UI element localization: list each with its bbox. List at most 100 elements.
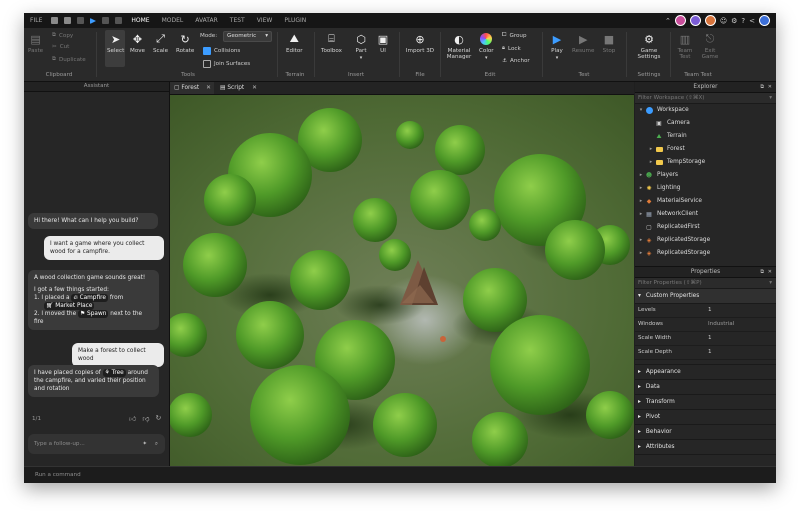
- properties-filter-input[interactable]: Filter Properties (⇧⌘P) ▾: [635, 278, 776, 289]
- tree-item-terrain[interactable]: ⛰ Terrain: [635, 130, 776, 143]
- property-row[interactable]: Levels 1: [635, 304, 776, 318]
- chevron-right-icon[interactable]: ▸: [637, 182, 645, 195]
- lock-button[interactable]: 🔒︎ Lock: [502, 45, 521, 52]
- chevron-right-icon[interactable]: ▸: [637, 234, 645, 247]
- thumbs-up-icon[interactable]: 👍︎: [129, 414, 136, 423]
- undock-icon[interactable]: ⧉: [760, 267, 764, 277]
- command-bar-input[interactable]: Run a command: [24, 466, 776, 483]
- resume-button[interactable]: ▶ Resume: [572, 32, 594, 55]
- magic-icon[interactable]: ✦: [142, 434, 147, 454]
- file-menu[interactable]: FILE: [24, 13, 48, 28]
- appearance-section[interactable]: ▸ Appearance: [635, 365, 776, 380]
- attributes-section[interactable]: ▸ Attributes: [635, 440, 776, 455]
- chevron-right-icon[interactable]: ▸: [647, 156, 655, 169]
- tab-model[interactable]: MODEL: [156, 13, 190, 28]
- attach-icon[interactable]: ⌕: [155, 434, 158, 454]
- undo-icon[interactable]: [77, 17, 85, 24]
- toolbox-button[interactable]: ⌸ Toolbox: [321, 32, 342, 54]
- stop-button[interactable]: ■ Stop: [602, 32, 616, 55]
- behavior-section[interactable]: ▸ Behavior: [635, 425, 776, 440]
- 3d-viewport[interactable]: [163, 95, 634, 468]
- thumbs-down-icon[interactable]: 👎︎: [142, 414, 149, 423]
- duplicate-button[interactable]: ⧉ Duplicate: [52, 56, 86, 63]
- ui-button[interactable]: ▣ UI: [376, 32, 390, 55]
- chevron-right-icon[interactable]: ▸: [637, 195, 645, 208]
- tab-avatar[interactable]: AVATAR: [189, 13, 224, 28]
- team-test-button[interactable]: ▥ Team Test: [674, 32, 696, 61]
- tree-item-camera[interactable]: ▣ Camera: [635, 117, 776, 130]
- close-icon[interactable]: ✕: [206, 82, 211, 94]
- rotate-button[interactable]: ↻ Rotate: [176, 32, 194, 55]
- paste-button[interactable]: ▤ Paste: [28, 32, 43, 55]
- play-button[interactable]: ▶ Play ▾: [550, 32, 564, 62]
- collisions-checkbox[interactable]: Collisions: [203, 47, 240, 55]
- tab-view[interactable]: VIEW: [251, 13, 279, 28]
- tab-home[interactable]: HOME: [125, 13, 155, 28]
- gear-icon[interactable]: ⚙: [731, 17, 737, 25]
- tree-item-replicatedstorage[interactable]: ▸ ◈ ReplicatedStorage: [635, 234, 776, 247]
- transform-section[interactable]: ▸ Transform: [635, 395, 776, 410]
- tab-script[interactable]: ▤ Script ✕: [216, 82, 260, 94]
- retry-icon[interactable]: ↻: [155, 414, 161, 423]
- mode-dropdown[interactable]: Geometric ▾: [223, 31, 272, 42]
- custom-properties-section[interactable]: ▾ Custom Properties: [635, 289, 776, 304]
- avatar[interactable]: [689, 15, 701, 26]
- select-button[interactable]: ➤ Select: [107, 32, 124, 55]
- tree-item-forest[interactable]: ▸ Forest: [635, 143, 776, 156]
- help-icon[interactable]: ?: [741, 17, 745, 25]
- property-row[interactable]: Scale Depth 1: [635, 346, 776, 360]
- chevron-right-icon[interactable]: ▸: [647, 143, 655, 156]
- data-section[interactable]: ▸ Data: [635, 380, 776, 395]
- close-icon[interactable]: ✕: [252, 82, 257, 94]
- team-icon[interactable]: ☺: [720, 17, 727, 25]
- exit-game-button[interactable]: ⎋ Exit Game: [699, 32, 721, 60]
- tab-forest[interactable]: ▢ Forest ✕: [170, 82, 214, 94]
- scale-button[interactable]: ⤢ Scale: [153, 32, 168, 54]
- tree-item-materialservice[interactable]: ▸ ◆ MaterialService: [635, 195, 776, 208]
- property-row[interactable]: Windows Industrial: [635, 318, 776, 332]
- material-manager-button[interactable]: ◐ Material Manager: [444, 32, 474, 61]
- color-button[interactable]: Color ▾: [479, 32, 494, 61]
- terrain-editor-button[interactable]: ⛰ Editor: [286, 32, 303, 54]
- share-icon[interactable]: <: [749, 17, 755, 25]
- profile-avatar[interactable]: [759, 15, 770, 26]
- tab-test[interactable]: TEST: [224, 13, 251, 28]
- follow-up-input[interactable]: Type a follow-up... ✦ ⌕: [28, 434, 165, 454]
- close-icon[interactable]: ✕: [768, 267, 772, 277]
- play-icon[interactable]: [90, 17, 97, 24]
- group-button[interactable]: ⧠ Group: [502, 32, 527, 39]
- tree-item-tempstorage[interactable]: ▸ TempStorage: [635, 156, 776, 169]
- explorer-filter-input[interactable]: Filter Workspace (⇧⌘X) ▾: [635, 93, 776, 104]
- move-button[interactable]: ✥ Move: [130, 32, 145, 55]
- cut-button[interactable]: ✂ Cut: [52, 44, 69, 50]
- property-row[interactable]: Scale Width 1: [635, 332, 776, 346]
- anchor-button[interactable]: ⚓︎ Anchor: [502, 58, 530, 64]
- undock-icon[interactable]: ⧉: [760, 82, 764, 92]
- copy-button[interactable]: ⧉ Copy: [52, 32, 73, 39]
- tree-chip[interactable]: ⚘ Tree: [102, 369, 126, 377]
- collapse-icon[interactable]: ⌃: [665, 17, 671, 25]
- chevron-right-icon[interactable]: ▸: [637, 208, 645, 221]
- tree-item-lighting[interactable]: ▸ ✺ Lighting: [635, 182, 776, 195]
- file-icon[interactable]: [51, 17, 59, 24]
- save-icon[interactable]: [64, 17, 72, 24]
- part-button[interactable]: ⬡ Part ▾: [354, 32, 368, 62]
- import-3d-button[interactable]: ⊕ Import 3D: [404, 32, 436, 55]
- avatar[interactable]: [674, 15, 686, 26]
- market-place-chip[interactable]: 🛒︎ Market Place: [44, 302, 95, 310]
- tree-item-players[interactable]: ▸ ☻ Players: [635, 169, 776, 182]
- tab-plugin[interactable]: PLUGIN: [278, 13, 312, 28]
- chevron-down-icon[interactable]: ▾: [637, 104, 645, 117]
- tree-item-replicatedfirst[interactable]: ▢ ReplicatedFirst: [635, 221, 776, 234]
- join-surfaces-checkbox[interactable]: Join Surfaces: [203, 60, 250, 68]
- campfire-chip[interactable]: 🔥︎ Campfire: [71, 294, 108, 302]
- chevron-right-icon[interactable]: ▸: [637, 247, 645, 260]
- tree-item-networkclient[interactable]: ▸ ▦ NetworkClient: [635, 208, 776, 221]
- pause-icon[interactable]: [102, 17, 110, 24]
- game-settings-button[interactable]: ⚙ Game Settings: [634, 32, 664, 61]
- tree-item-replicatedstorage[interactable]: ▸ ◈ ReplicatedStorage: [635, 247, 776, 260]
- stop-icon[interactable]: [115, 17, 123, 24]
- avatar[interactable]: [704, 15, 716, 26]
- chevron-right-icon[interactable]: ▸: [637, 169, 645, 182]
- close-icon[interactable]: ✕: [768, 82, 772, 92]
